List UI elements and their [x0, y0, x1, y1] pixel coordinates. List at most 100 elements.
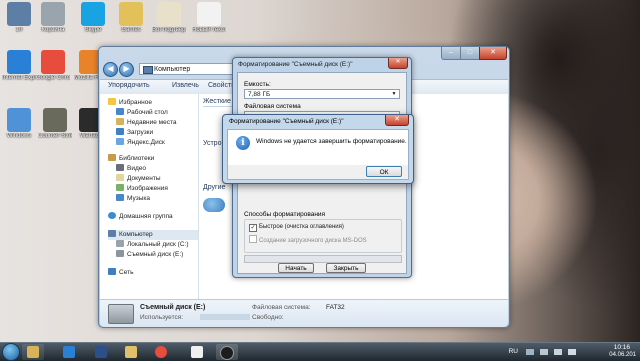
desktop-icon-label: Windows	[6, 133, 32, 139]
nav-favorites[interactable]: Избранное	[108, 98, 152, 108]
desktop-icon-6[interactable]: Internet Explorer	[2, 50, 36, 82]
clock-date[interactable]: 04.06.201	[609, 352, 636, 358]
nav-removable-disk-e[interactable]: Съемный диск (E:)	[116, 250, 183, 260]
desktop-icon-1[interactable]: Корзина	[36, 2, 70, 34]
format-close-icon[interactable]: ✕	[388, 58, 408, 69]
desktop-icon-7[interactable]: Google Chrome	[36, 50, 70, 82]
nav-music[interactable]: Музыка	[116, 194, 150, 204]
minimize-button[interactable]: –	[441, 47, 461, 60]
group-other[interactable]: Другие	[203, 184, 225, 191]
network-icon[interactable]	[540, 349, 548, 355]
taskbar-app-explorer-2[interactable]	[120, 344, 142, 360]
nav-network[interactable]: Сеть	[108, 268, 133, 278]
info-icon: i	[236, 136, 250, 150]
desktop-icon-9[interactable]: Windows	[2, 108, 36, 140]
address-text: Компьютер	[154, 66, 191, 73]
taskbar-app-chrome[interactable]	[150, 344, 172, 360]
details-drive-name: Съемный диск (E:)	[140, 304, 206, 311]
language-indicator[interactable]: RU	[509, 348, 518, 355]
nav-video[interactable]: Видео	[116, 164, 146, 174]
nav-computer[interactable]: Компьютер	[108, 230, 198, 240]
format-methods-group: ✓ Быстрое (очистка оглавления) Создание з…	[244, 219, 402, 253]
shortcut-icon	[7, 50, 31, 74]
ok-button[interactable]: ОК	[366, 166, 402, 177]
navigation-pane: Избранное Рабочий стол Недавние места За…	[100, 94, 199, 299]
details-fs-label: Файловая система:	[252, 304, 311, 311]
taskbar-app-save[interactable]	[90, 344, 112, 360]
homegroup-icon	[108, 212, 116, 219]
flag-icon[interactable]	[526, 349, 534, 355]
shortcut-icon	[197, 2, 221, 26]
shortcut-icon	[43, 108, 67, 132]
details-used-label: Используется:	[140, 314, 184, 321]
desktop-icon-label: 10	[15, 27, 23, 33]
desktop-icon-2[interactable]: Skype	[76, 2, 110, 34]
nav-yandex-disk[interactable]: Яндекс.Диск	[116, 138, 165, 148]
fs-label: Файловая система	[244, 103, 301, 110]
format-dialog-title: Форматирование "Съемный диск (E:)"	[238, 61, 353, 68]
desktop-icon-label: Google Chrome	[36, 75, 70, 81]
nav-documents[interactable]: Документы	[116, 174, 161, 184]
nav-desktop[interactable]: Рабочий стол	[116, 108, 168, 118]
details-free-label: Свободно:	[252, 314, 284, 321]
star-icon	[108, 98, 116, 105]
forward-button[interactable]: ▶	[119, 62, 134, 77]
taskbar-app-ie[interactable]	[58, 344, 80, 360]
desktop-icon-3[interactable]: Games	[114, 2, 148, 34]
eye-icon	[220, 346, 234, 360]
nav-libraries[interactable]: Библиотеки	[108, 154, 154, 164]
floppy-icon	[95, 346, 107, 358]
folder-icon	[27, 346, 39, 358]
close-dialog-button[interactable]: Закрыть	[326, 263, 366, 273]
group-divider	[203, 106, 233, 107]
volume-icon[interactable]	[554, 349, 562, 355]
close-icon[interactable]: ✕	[385, 115, 409, 126]
nav-local-disk-c[interactable]: Локальный диск (C:)	[116, 240, 189, 250]
taskbar-app-recorder[interactable]	[216, 344, 238, 360]
network-icon	[108, 268, 116, 275]
chevron-down-icon: ▼	[391, 91, 397, 97]
yandex-disk-icon[interactable]	[203, 198, 225, 212]
details-fs-value: FAT32	[326, 304, 345, 311]
recent-places-icon	[116, 118, 124, 125]
desktop-icon-label: Counter-Strike	[38, 133, 72, 139]
nav-homegroup[interactable]: Домашняя группа	[108, 212, 173, 222]
message-box-body: i Windows не удается завершить форматиро…	[227, 129, 409, 167]
nav-pictures[interactable]: Изображения	[116, 184, 168, 194]
libraries-icon	[108, 154, 116, 161]
capacity-select[interactable]: 7,88 ГБ ▼	[244, 89, 400, 99]
taskbar-app-explorer[interactable]	[22, 344, 44, 360]
video-icon	[116, 164, 124, 171]
close-button[interactable]: ✕	[479, 47, 507, 60]
yandex-disk-icon	[116, 138, 124, 145]
quick-format-checkbox[interactable]: ✓ Быстрое (очистка оглавления)	[249, 224, 344, 232]
maximize-button[interactable]: □	[460, 47, 480, 60]
shortcut-icon	[7, 108, 31, 132]
computer-icon	[108, 230, 116, 237]
internet-explorer-icon	[63, 346, 75, 358]
msdos-disk-checkbox[interactable]: Создание загрузочного диска MS-DOS	[249, 235, 367, 244]
message-box-footer: ОК	[227, 165, 409, 180]
desktop-icon-4[interactable]: Bot-подтвер...	[152, 2, 186, 34]
desktop-icon-5[interactable]: Новый текстовый...	[192, 2, 226, 34]
usb-icon[interactable]	[568, 349, 576, 355]
desktop-icon-10[interactable]: Counter-Strike	[38, 108, 72, 140]
taskbar-app-yandex[interactable]	[186, 344, 208, 360]
toolbar-eject[interactable]: Извлечь	[172, 82, 199, 89]
clock-time[interactable]: 10:16	[614, 344, 630, 351]
details-usage-bar	[200, 314, 250, 320]
pictures-icon	[116, 184, 124, 191]
desktop-icon	[116, 108, 124, 115]
start-button[interactable]: Начать	[278, 263, 314, 273]
nav-recent[interactable]: Недавние места	[116, 118, 177, 128]
back-button[interactable]: ◀	[103, 62, 118, 77]
checkmark-icon: ✓	[249, 224, 257, 232]
toolbar-organize[interactable]: Упорядочить	[108, 82, 150, 89]
nav-downloads[interactable]: Загрузки	[116, 128, 153, 138]
shortcut-icon	[7, 2, 31, 26]
details-pane: Съемный диск (E:) Используется: Файловая…	[100, 299, 508, 327]
computer-icon	[143, 66, 153, 74]
start-button[interactable]	[2, 343, 20, 361]
removable-drive-icon	[108, 304, 134, 324]
desktop-icon-0[interactable]: 10	[2, 2, 36, 34]
